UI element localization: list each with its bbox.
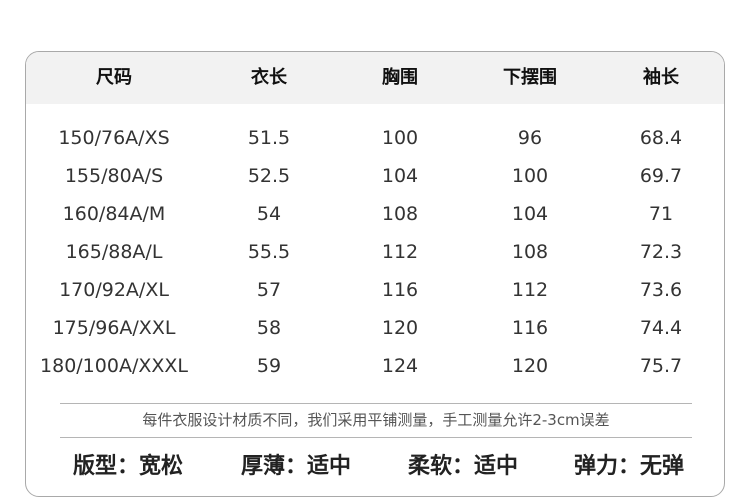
- table-row: 170/92A/XL 57 116 112 73.6: [26, 271, 724, 309]
- header-sleeve: 袖长: [643, 67, 679, 88]
- attr-softness: 柔软：适中: [407, 454, 518, 479]
- cell-sleeve: 75.7: [639, 355, 683, 377]
- header-hem: 下摆围: [503, 67, 557, 88]
- header-length: 衣长: [251, 67, 287, 88]
- cell-sleeve: 72.3: [639, 241, 683, 263]
- cell-sleeve: 73.6: [639, 279, 683, 301]
- cell-size: 165/88A/L: [65, 241, 163, 263]
- measurement-note: 每件衣服设计材质不同，我们采用平铺测量，手工测量允许2-3cm误差: [142, 411, 610, 429]
- cell-sleeve: 68.4: [639, 127, 683, 149]
- cell-size: 155/80A/S: [64, 165, 164, 187]
- cell-sleeve: 71: [648, 203, 674, 225]
- divider-bottom: [60, 437, 692, 438]
- attr-elasticity: 弹力：无弹: [573, 454, 684, 479]
- table-header: 尺码 衣长 胸围 下摆围 袖长: [26, 52, 724, 104]
- cell-sleeve: 69.7: [639, 165, 683, 187]
- table-row: 160/84A/M 54 108 104 71: [26, 195, 724, 233]
- cell-size: 150/76A/XS: [58, 127, 170, 149]
- table-row: 165/88A/L 55.5 112 108 72.3: [26, 233, 724, 271]
- header-chest: 胸围: [382, 67, 418, 88]
- header-size: 尺码: [96, 67, 132, 88]
- cell-size: 170/92A/XL: [59, 279, 169, 301]
- table-row: 175/96A/XXL 58 120 116 74.4: [26, 309, 724, 347]
- cell-size: 175/96A/XXL: [52, 317, 176, 339]
- cell-size: 180/100A/XXXL: [40, 355, 188, 377]
- attr-thickness: 厚薄：适中: [240, 454, 351, 479]
- table-row: 155/80A/S 52.5 104 100 69.7: [26, 157, 724, 195]
- cell-sleeve: 74.4: [639, 317, 683, 339]
- cell-size: 160/84A/M: [62, 203, 166, 225]
- table-row: 150/76A/XS 51.5 100 96 68.4: [26, 119, 724, 157]
- size-chart-card: 尺码 衣长 胸围 下摆围 袖长 150/76A/XS 51.5 100 96 6…: [25, 51, 725, 497]
- product-attributes: 版型：宽松 厚薄：适中 柔软：适中 弹力：无弹: [26, 447, 724, 487]
- attr-fit: 版型：宽松: [72, 454, 183, 479]
- table-row: 180/100A/XXXL 59 124 120 75.7: [26, 347, 724, 385]
